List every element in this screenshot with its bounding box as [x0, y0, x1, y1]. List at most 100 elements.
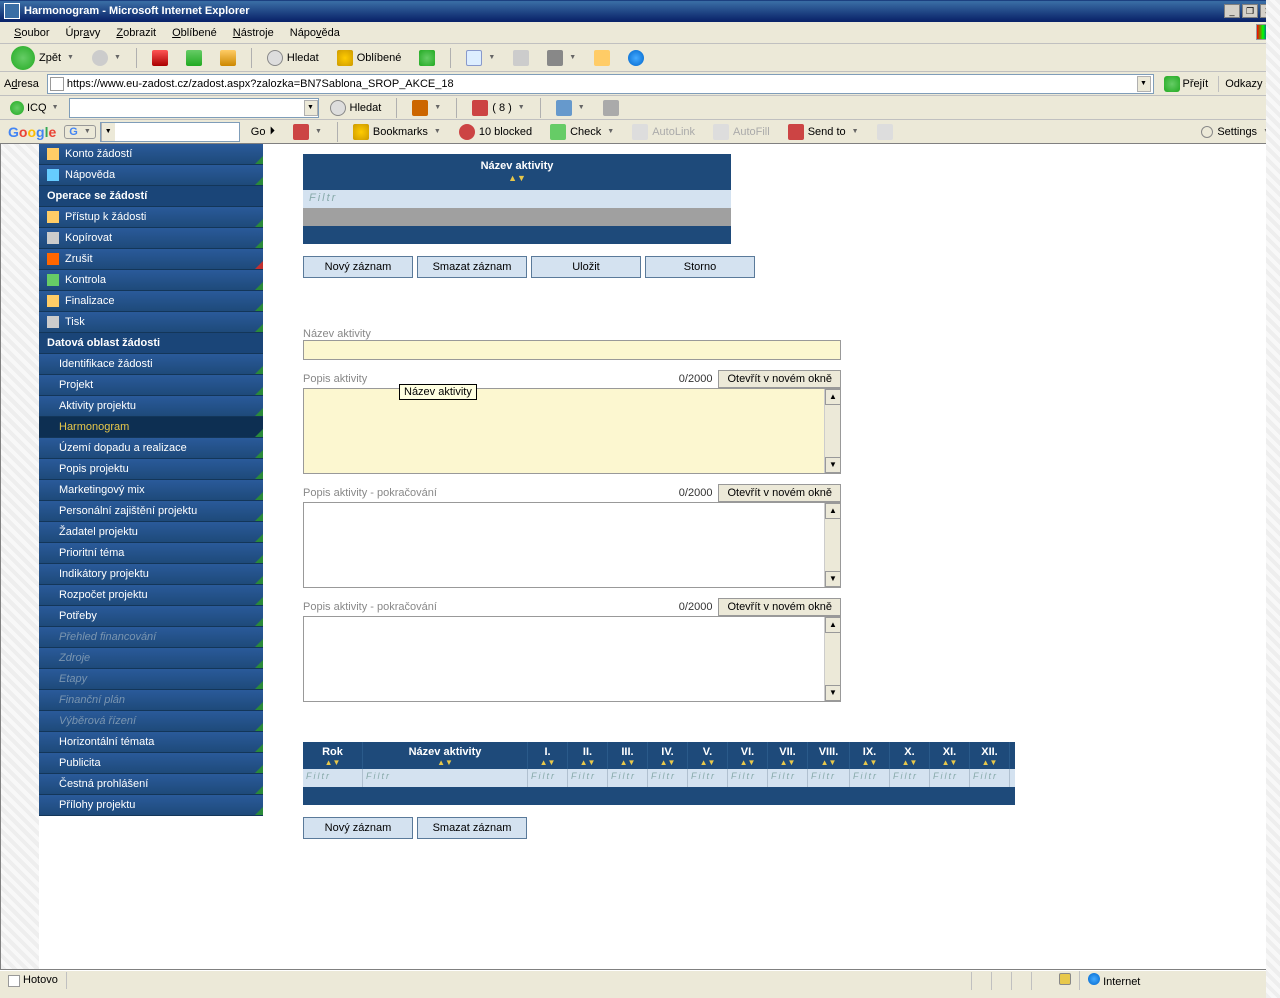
schedule-col-header[interactable]: VIII.▲▼ [808, 742, 850, 769]
search-button[interactable]: Hledat [260, 47, 326, 69]
restore-button[interactable]: ❐ [1242, 4, 1258, 18]
icq-btn3[interactable] [596, 97, 626, 119]
google-autolink-button[interactable]: AutoLink [625, 121, 702, 143]
schedule-col-header[interactable]: XI.▲▼ [930, 742, 970, 769]
popis2-textarea[interactable]: ▲▼ [303, 502, 841, 588]
google-logo[interactable]: Google [4, 124, 60, 140]
sidebar-item[interactable]: Přehled financování [39, 627, 263, 648]
sidebar-item[interactable]: Výběrová řízení [39, 711, 263, 732]
print-button[interactable] [506, 47, 536, 69]
icq-btn2[interactable]: ▼ [549, 97, 592, 119]
sidebar-item[interactable]: Finanční plán [39, 690, 263, 711]
google-go-button[interactable]: Go ⏵ [244, 122, 282, 141]
schedule-filter-cell[interactable]: Filtr [728, 769, 768, 787]
menu-napoveda[interactable]: Nápověda [282, 25, 348, 41]
google-g-button[interactable]: G▼ [64, 125, 96, 139]
nazev-input[interactable] [303, 340, 841, 360]
new-record-button[interactable]: Nový záznam [303, 256, 413, 278]
menu-nastroje[interactable]: Nástroje [225, 25, 282, 41]
sidebar-item[interactable]: Etapy [39, 669, 263, 690]
google-check-button[interactable]: Check▼ [543, 121, 621, 143]
sidebar-item[interactable]: Čestná prohlášení [39, 774, 263, 795]
schedule-col-header[interactable]: IV.▲▼ [648, 742, 688, 769]
menu-upravy[interactable]: Úpravy [57, 25, 108, 41]
sidebar-item[interactable]: Horizontální témata [39, 732, 263, 753]
scrollbar[interactable]: ▲▼ [824, 503, 840, 587]
menu-oblibene[interactable]: Oblíbené [164, 25, 225, 41]
scrollbar[interactable]: ▲▼ [824, 617, 840, 701]
popis-textarea[interactable]: ▲▼ [303, 388, 841, 474]
back-button[interactable]: Zpět▼ [4, 43, 81, 73]
stop-button[interactable] [145, 47, 175, 69]
sidebar-item[interactable]: Potřeby [39, 606, 263, 627]
activity-table-header[interactable]: Název aktivity ▲▼ [303, 154, 731, 190]
schedule-col-header[interactable]: II.▲▼ [568, 742, 608, 769]
sidebar-item[interactable]: Harmonogram [39, 417, 263, 438]
icq-logo[interactable]: ICQ▼ [4, 101, 65, 115]
sidebar-item[interactable]: Aktivity projektu [39, 396, 263, 417]
schedule-filter-cell[interactable]: Filtr [930, 769, 970, 787]
cancel-button[interactable]: Storno [645, 256, 755, 278]
filter-row[interactable]: Filtr [303, 190, 731, 208]
scrollbar[interactable]: ▲▼ [824, 389, 840, 473]
schedule-filter-cell[interactable]: Filtr [363, 769, 528, 787]
open-window-button-1[interactable]: Otevřít v novém okně [718, 370, 841, 388]
google-sendto-button[interactable]: Send to▼ [781, 121, 866, 143]
sidebar-item[interactable]: Zrušit [39, 249, 263, 270]
mail-button[interactable]: ▼ [459, 47, 502, 69]
schedule-col-header[interactable]: X.▲▼ [890, 742, 930, 769]
schedule-col-header[interactable]: Rok▲▼ [303, 742, 363, 769]
schedule-col-header[interactable]: VI.▲▼ [728, 742, 768, 769]
sidebar-item[interactable]: Personální zajištění projektu [39, 501, 263, 522]
schedule-filter-cell[interactable]: Filtr [808, 769, 850, 787]
save-button[interactable]: Uložit [531, 256, 641, 278]
delete-record-button[interactable]: Smazat záznam [417, 256, 527, 278]
google-btn1[interactable]: ▼ [286, 121, 329, 143]
schedule-col-header[interactable]: VII.▲▼ [768, 742, 808, 769]
menu-zobrazit[interactable]: Zobrazit [108, 25, 164, 41]
sidebar-item[interactable]: Území dopadu a realizace [39, 438, 263, 459]
sidebar-item[interactable]: Kopírovat [39, 228, 263, 249]
google-bookmarks-button[interactable]: Bookmarks▼ [346, 121, 448, 143]
sidebar-item[interactable]: Publicita [39, 753, 263, 774]
address-dropdown[interactable]: ▼ [1137, 76, 1151, 92]
schedule-filter-cell[interactable]: Filtr [890, 769, 930, 787]
schedule-delete-button[interactable]: Smazat záznam [417, 817, 527, 839]
popis3-textarea[interactable]: ▲▼ [303, 616, 841, 702]
sidebar-item[interactable]: Přílohy projektu [39, 795, 263, 816]
schedule-filter-cell[interactable]: Filtr [970, 769, 1010, 787]
home-button[interactable] [213, 47, 243, 69]
schedule-col-header[interactable]: XII.▲▼ [970, 742, 1010, 769]
schedule-filter-cell[interactable]: Filtr [303, 769, 363, 787]
go-button[interactable]: Přejít [1158, 74, 1215, 94]
schedule-col-header[interactable]: V.▲▼ [688, 742, 728, 769]
menu-soubor[interactable]: Soubor [6, 25, 57, 41]
messenger-button[interactable] [621, 47, 651, 69]
sidebar-item[interactable]: Rozpočet projektu [39, 585, 263, 606]
schedule-col-header[interactable]: III.▲▼ [608, 742, 648, 769]
google-blocked-button[interactable]: 10 blocked [452, 121, 539, 143]
sidebar-item[interactable]: Konto žádostí [39, 144, 263, 165]
forward-button[interactable]: ▼ [85, 47, 128, 69]
refresh-button[interactable] [179, 47, 209, 69]
sidebar-item[interactable]: Prioritní téma [39, 543, 263, 564]
sidebar-item[interactable]: Marketingový mix [39, 480, 263, 501]
sidebar-item[interactable]: Projekt [39, 375, 263, 396]
schedule-filter-cell[interactable]: Filtr [648, 769, 688, 787]
schedule-col-header[interactable]: Název aktivity▲▼ [363, 742, 528, 769]
sidebar-item[interactable]: Tisk [39, 312, 263, 333]
google-settings-button[interactable]: Settings▼ [1195, 126, 1276, 138]
open-window-button-3[interactable]: Otevřít v novém okně [718, 598, 841, 616]
sidebar-item[interactable]: Kontrola [39, 270, 263, 291]
icq-msg-button[interactable]: ( 8 )▼ [465, 97, 532, 119]
schedule-col-header[interactable]: IX.▲▼ [850, 742, 890, 769]
sidebar-item[interactable]: Zdroje [39, 648, 263, 669]
schedule-filter-cell[interactable]: Filtr [608, 769, 648, 787]
sidebar-item[interactable]: Přístup k žádosti [39, 207, 263, 228]
google-highlight-button[interactable] [870, 121, 900, 143]
open-window-button-2[interactable]: Otevřít v novém okně [718, 484, 841, 502]
sidebar-item[interactable]: Identifikace žádosti [39, 354, 263, 375]
schedule-col-header[interactable]: I.▲▼ [528, 742, 568, 769]
sidebar-item[interactable]: Finalizace [39, 291, 263, 312]
google-search-box[interactable]: ▼ [100, 122, 240, 142]
